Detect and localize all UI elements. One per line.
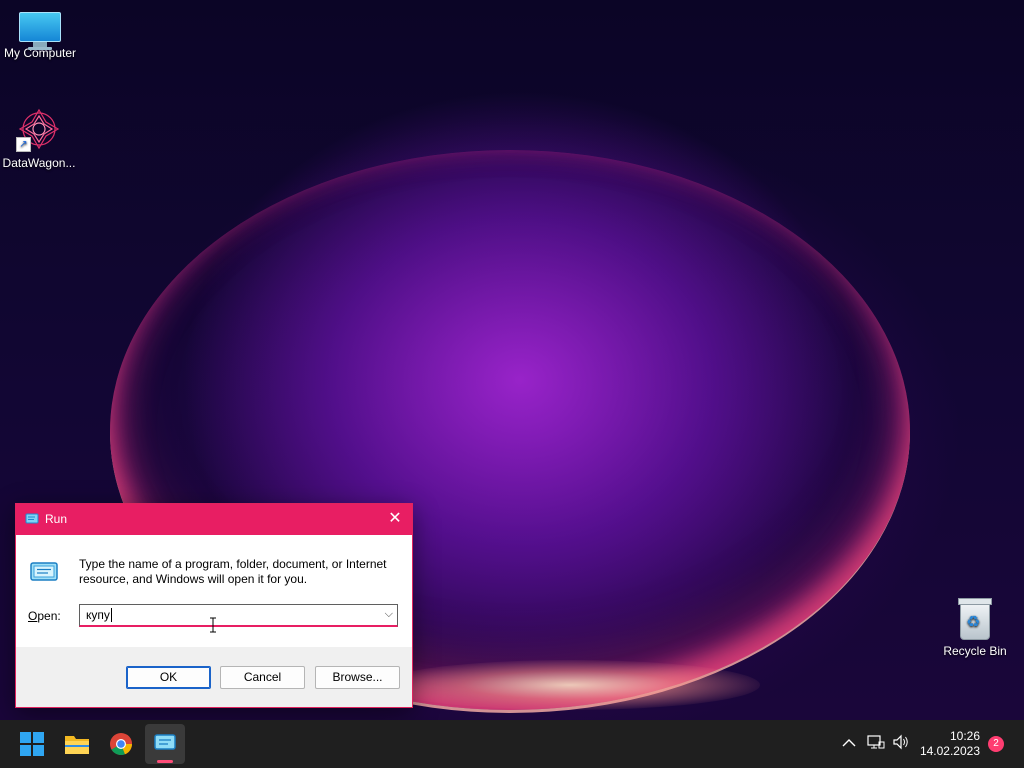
network-icon[interactable] [867, 734, 885, 752]
close-button[interactable]: ✕ [378, 504, 412, 535]
wallpaper-glow [380, 660, 760, 710]
clock[interactable]: 10:26 14.02.2023 [920, 729, 980, 759]
run-content: Type the name of a program, folder, docu… [16, 535, 412, 647]
datawagon-icon: ↗ [16, 106, 62, 152]
open-input[interactable]: купу [86, 608, 112, 622]
active-indicator [157, 760, 173, 763]
open-combobox[interactable]: купу ⌵ [79, 604, 398, 627]
ok-button[interactable]: OK [126, 666, 211, 689]
chevron-down-icon[interactable]: ⌵ [385, 608, 393, 621]
windows-start-icon [20, 732, 44, 756]
open-label: Open: [28, 609, 61, 623]
start-button[interactable] [12, 724, 52, 764]
clock-time: 10:26 [949, 729, 980, 743]
notification-badge[interactable]: 2 [988, 736, 1004, 752]
clock-date: 14.02.2023 [919, 744, 980, 758]
monitor-icon [19, 12, 61, 50]
desktop-icon-label: Recycle Bin [943, 644, 1007, 658]
desktop-icon-my-computer[interactable]: My Computer [0, 12, 80, 60]
run-title: Run [45, 512, 68, 526]
taskbar-run[interactable] [145, 724, 185, 764]
show-hidden-icons-chevron-icon[interactable] [840, 734, 858, 752]
run-footer: OK Cancel Browse... [16, 647, 412, 707]
desktop-icon-label: DataWagon... [2, 156, 76, 170]
volume-icon[interactable] [892, 734, 910, 752]
run-description: Type the name of a program, folder, docu… [79, 557, 387, 586]
taskbar-chrome[interactable] [101, 724, 141, 764]
chrome-icon [110, 733, 133, 756]
browse-button[interactable]: Browse... [315, 666, 400, 689]
folder-icon [65, 736, 89, 754]
run-icon [25, 513, 39, 524]
shortcut-arrow-icon: ↗ [16, 137, 31, 152]
taskbar: 10:26 14.02.2023 2 [0, 720, 1024, 768]
run-dialog[interactable]: Run ✕ Type the name of a program, folder… [15, 503, 413, 708]
cancel-button[interactable]: Cancel [220, 666, 305, 689]
ibeam-cursor-icon [210, 617, 216, 633]
desktop[interactable]: My Computer ↗ DataWagon... ♻ Recycle Bin [0, 0, 1024, 720]
desktop-icon-recycle-bin[interactable]: ♻ Recycle Bin [935, 598, 1015, 658]
desktop-icon-datawagon[interactable]: ↗ DataWagon... [0, 106, 79, 170]
run-titlebar[interactable]: Run ✕ [16, 504, 412, 535]
text-caret [110, 608, 112, 622]
run-program-icon [30, 562, 58, 581]
run-icon [154, 734, 176, 750]
taskbar-file-explorer[interactable] [57, 724, 97, 764]
recycle-bin-icon: ♻ [958, 598, 992, 640]
